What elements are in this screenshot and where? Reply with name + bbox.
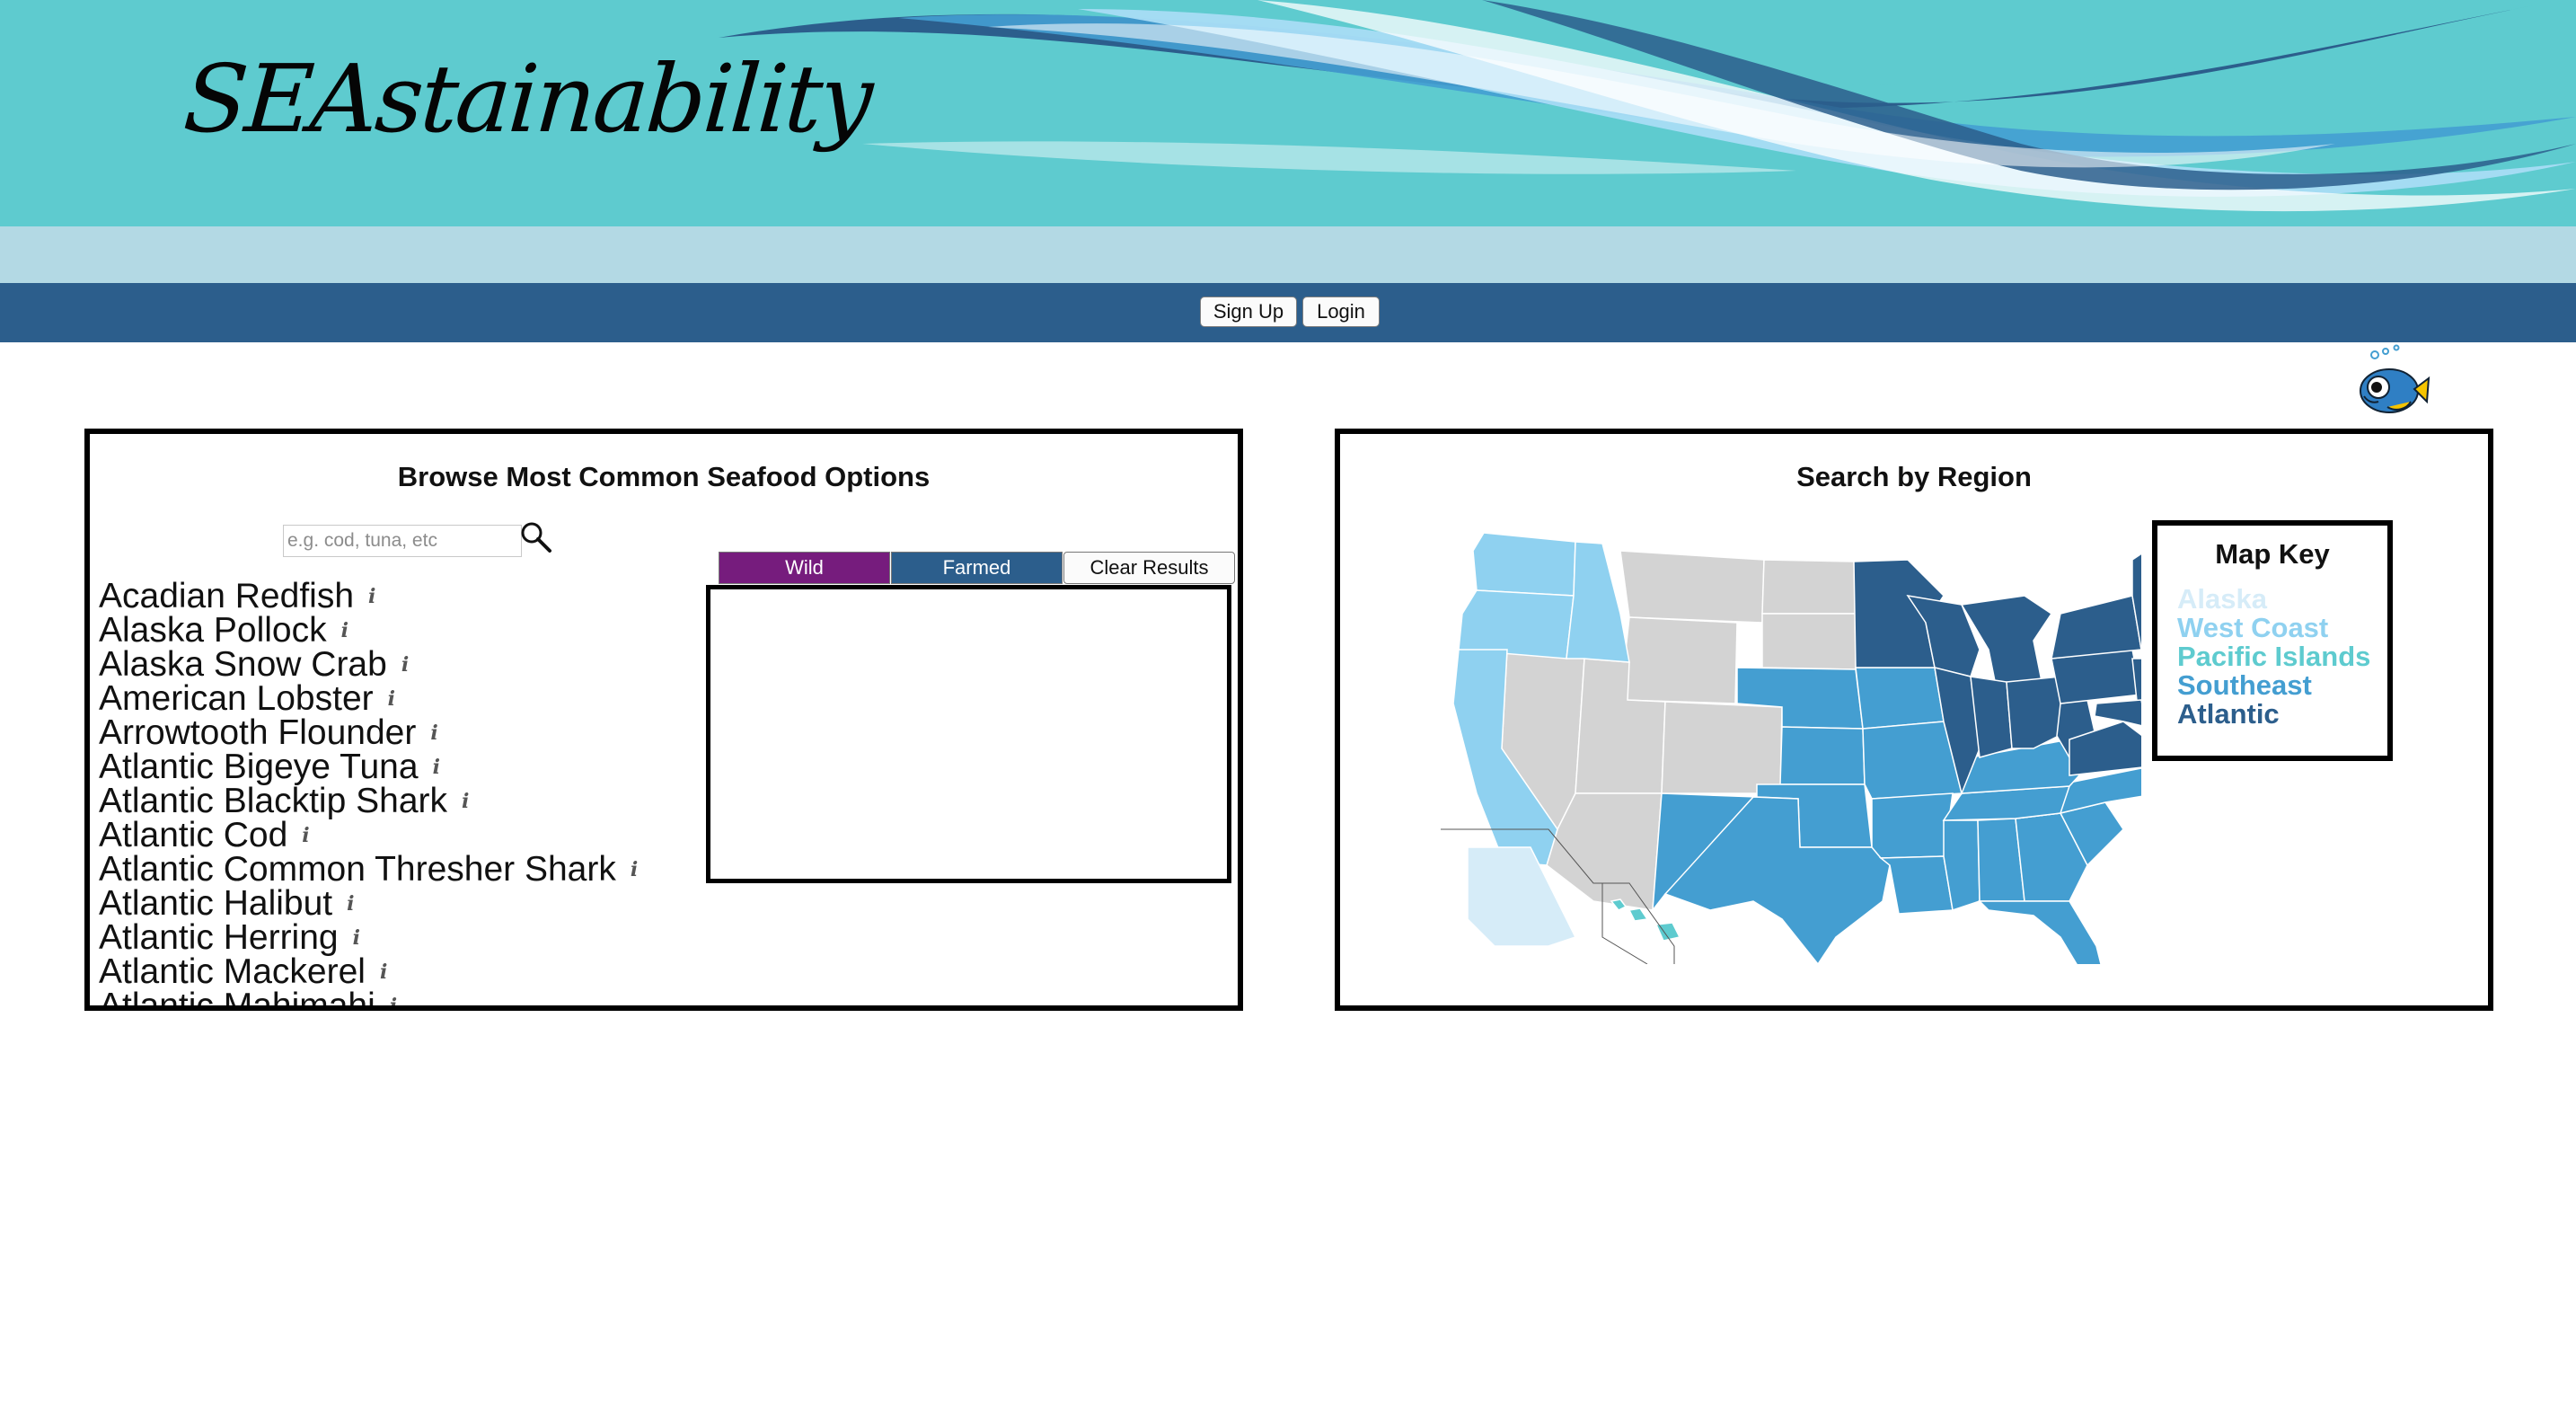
species-item[interactable]: Acadian Redfish i: [99, 580, 710, 614]
info-icon[interactable]: i: [347, 892, 354, 916]
species-item[interactable]: Atlantic Halibut i: [99, 884, 710, 923]
species-item[interactable]: Alaska Pollock i: [99, 611, 710, 650]
wild-filter-button[interactable]: Wild: [719, 552, 890, 584]
header-subband: [0, 226, 2576, 283]
key-item-west-coast[interactable]: West Coast: [2157, 614, 2387, 642]
key-item-alaska[interactable]: Alaska: [2157, 585, 2387, 614]
seafood-search-input[interactable]: [283, 525, 522, 557]
key-item-pacific-islands[interactable]: Pacific Islands: [2157, 642, 2387, 671]
species-item[interactable]: Atlantic Blacktip Shark i: [99, 782, 710, 820]
state-montana: [1619, 550, 1765, 624]
region-panel: Search by Region Map Key Alaska West Coa…: [1335, 429, 2493, 1011]
state-washington: [1472, 532, 1576, 597]
region-panel-title: Search by Region: [1796, 461, 2032, 492]
info-icon[interactable]: i: [302, 824, 309, 847]
login-button[interactable]: Login: [1302, 297, 1380, 327]
search-icon[interactable]: [519, 520, 553, 554]
species-name[interactable]: Alaska Pollock: [99, 611, 327, 650]
species-item[interactable]: Atlantic Mackerel i: [99, 952, 710, 991]
info-icon[interactable]: i: [353, 926, 360, 950]
species-name[interactable]: Alaska Snow Crab: [99, 645, 387, 684]
info-icon[interactable]: i: [388, 687, 395, 711]
site-logo[interactable]: SEAstainability: [181, 44, 874, 154]
species-name[interactable]: Acadian Redfish: [99, 580, 354, 615]
state-kansas: [1779, 726, 1866, 785]
state-oregon: [1458, 589, 1575, 659]
state-wyoming: [1619, 616, 1738, 704]
info-icon[interactable]: i: [462, 790, 469, 813]
species-name[interactable]: Atlantic Halibut: [99, 884, 332, 923]
info-icon[interactable]: i: [368, 585, 375, 608]
sign-up-button[interactable]: Sign Up: [1200, 297, 1297, 327]
info-icon[interactable]: i: [631, 858, 638, 881]
state-south-dakota: [1761, 613, 1857, 670]
species-name[interactable]: Atlantic Bigeye Tuna: [99, 748, 419, 786]
species-item[interactable]: Atlantic Herring i: [99, 918, 710, 957]
species-name[interactable]: American Lobster: [99, 679, 374, 718]
species-item[interactable]: American Lobster i: [99, 679, 710, 718]
species-list: Acadian Redfish i Alaska Pollock i Alaska …: [99, 580, 710, 1005]
species-name[interactable]: Arrowtooth Flounder: [99, 713, 416, 752]
clear-results-button[interactable]: Clear Results: [1063, 552, 1235, 584]
state-iowa: [1855, 667, 1945, 730]
browse-panel: Browse Most Common Seafood Options Acadi…: [84, 429, 1243, 1011]
map-key: Map Key Alaska West Coast Pacific Island…: [2152, 520, 2393, 761]
site-header: SEAstainability: [0, 0, 2576, 226]
us-region-map[interactable]: [1441, 524, 2141, 964]
state-louisiana: [1878, 855, 1954, 915]
species-item[interactable]: Arrowtooth Flounder i: [99, 713, 710, 752]
browse-panel-title: Browse Most Common Seafood Options: [397, 461, 931, 492]
state-arkansas: [1871, 792, 1954, 859]
fish-mascot-icon[interactable]: [2351, 344, 2430, 423]
info-icon[interactable]: i: [390, 995, 397, 1005]
species-name[interactable]: Atlantic Cod: [99, 816, 287, 854]
info-icon[interactable]: i: [380, 960, 387, 984]
map-key-title: Map Key: [2215, 538, 2330, 570]
info-icon[interactable]: i: [401, 653, 409, 677]
species-item[interactable]: Atlantic Cod i: [99, 816, 710, 854]
species-name[interactable]: Atlantic Blacktip Shark: [99, 782, 447, 820]
species-item[interactable]: Atlantic Mahimahi i: [99, 987, 710, 1005]
info-icon[interactable]: i: [341, 619, 348, 642]
info-icon[interactable]: i: [433, 756, 440, 779]
species-item[interactable]: Atlantic Common Thresher Shark i: [99, 850, 710, 889]
species-name[interactable]: Atlantic Common Thresher Shark: [99, 850, 616, 889]
species-name[interactable]: Atlantic Mackerel: [99, 952, 366, 991]
farmed-filter-button[interactable]: Farmed: [891, 552, 1063, 584]
species-item[interactable]: Alaska Snow Crab i: [99, 645, 710, 684]
species-name[interactable]: Atlantic Herring: [99, 918, 339, 957]
key-item-southeast[interactable]: Southeast: [2157, 671, 2387, 700]
state-new-york: [2051, 595, 2141, 659]
results-box: [706, 585, 1231, 883]
state-north-dakota: [1761, 559, 1857, 615]
state-idaho: [1566, 541, 1630, 663]
species-item[interactable]: Atlantic Bigeye Tuna i: [99, 748, 710, 786]
state-florida: [1978, 900, 2102, 964]
info-icon[interactable]: i: [430, 721, 437, 745]
key-item-atlantic[interactable]: Atlantic: [2157, 700, 2387, 729]
species-name[interactable]: Atlantic Mahimahi: [99, 987, 375, 1005]
state-colorado: [1661, 701, 1783, 794]
